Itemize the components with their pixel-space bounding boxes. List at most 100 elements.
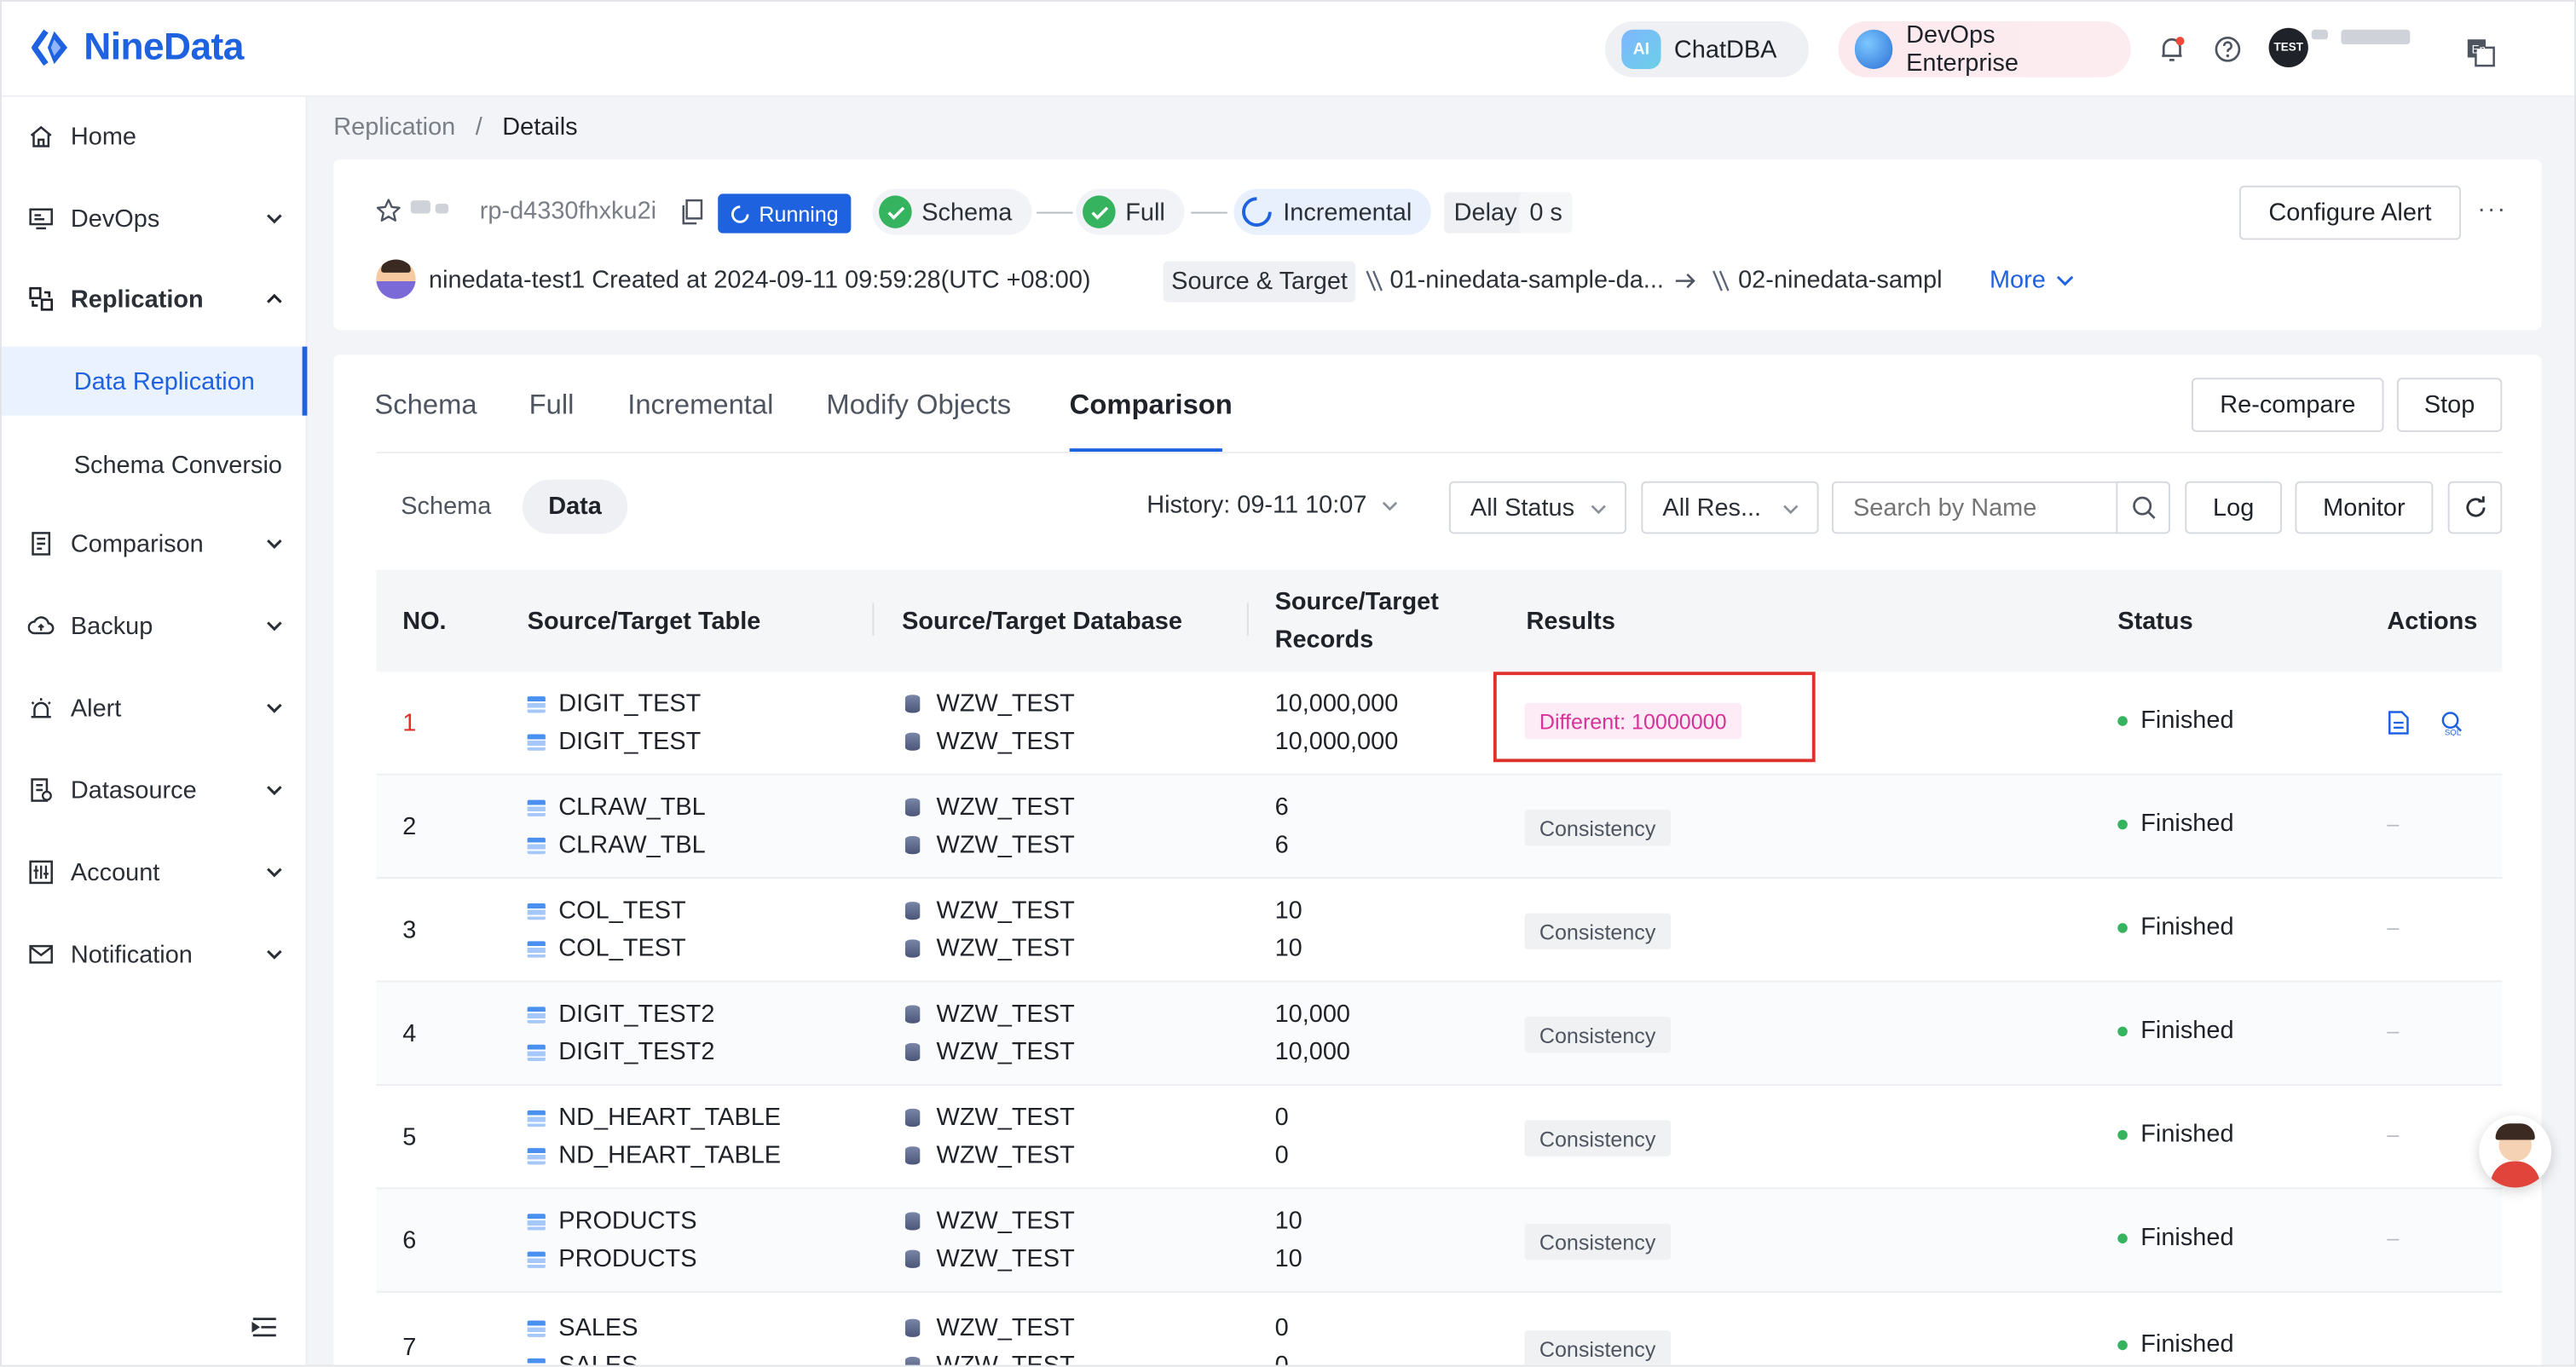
- stage-full[interactable]: Full: [1076, 188, 1185, 235]
- sidebar-item-comparison[interactable]: Comparison: [2, 508, 307, 580]
- sidebar-item-notification[interactable]: Notification: [2, 918, 307, 990]
- table-row: 7 SALES SALES WZW_TEST WZW_TEST 0 0 Cons…: [376, 1293, 2502, 1365]
- chatdba-button[interactable]: AI ChatDBA: [1604, 21, 1809, 78]
- target-records: 10,000,000: [1274, 727, 1399, 756]
- status-label: Finished: [2140, 1120, 2234, 1149]
- more-actions-icon[interactable]: ···: [2477, 195, 2507, 223]
- target-table[interactable]: ND_HEART_TABLE: [527, 1137, 781, 1174]
- source-table[interactable]: PRODUCTS: [527, 1203, 697, 1240]
- target-table[interactable]: CLRAW_TBL: [527, 826, 706, 863]
- database-icon: [904, 1146, 921, 1165]
- backup-icon: [27, 616, 55, 635]
- table-icon: [527, 1007, 546, 1024]
- sidebar-item-datasource[interactable]: Datasource: [2, 754, 307, 827]
- monitor-button[interactable]: Monitor: [2295, 481, 2434, 534]
- result-different-tag[interactable]: Different: 10000000: [1524, 702, 1741, 740]
- status-label: Finished: [2140, 913, 2234, 942]
- result-filter-select[interactable]: All Res...: [1641, 481, 1819, 534]
- database-icon: [904, 1249, 921, 1268]
- tab-full[interactable]: Full: [529, 389, 575, 423]
- configure-alert-button[interactable]: Configure Alert: [2238, 185, 2462, 240]
- tab-schema[interactable]: Schema: [374, 389, 477, 423]
- source-table[interactable]: SALES: [527, 1309, 638, 1347]
- recompare-button[interactable]: Re-compare: [2192, 378, 2384, 432]
- source-table[interactable]: DIGIT_TEST2: [527, 995, 714, 1033]
- source-table[interactable]: ND_HEART_TABLE: [527, 1099, 781, 1136]
- row-number: 3: [402, 916, 417, 945]
- source-table[interactable]: DIGIT_TEST: [527, 685, 701, 723]
- view-details-icon[interactable]: [2387, 710, 2410, 736]
- sidebar-item-data-replication[interactable]: Data Replication: [1, 346, 308, 416]
- stage-incremental[interactable]: Incremental: [1233, 188, 1432, 235]
- delay-value-badge: 0 s: [1519, 192, 1573, 234]
- globe-icon: [1854, 29, 1893, 69]
- target-datasource[interactable]: 02-ninedata-sampl: [1738, 266, 1949, 294]
- column-header: Results: [1526, 607, 1615, 635]
- star-icon[interactable]: [374, 197, 402, 225]
- search-input[interactable]: [1831, 481, 2118, 534]
- record-counts: 10 10: [1275, 892, 1302, 968]
- source-table[interactable]: CLRAW_TBL: [527, 788, 706, 826]
- subtab-schema[interactable]: Schema: [401, 493, 491, 521]
- sidebar-item-alert[interactable]: Alert: [2, 672, 307, 744]
- subtab-data[interactable]: Data: [522, 479, 628, 534]
- breadcrumb-parent[interactable]: Replication: [333, 113, 455, 141]
- target-table[interactable]: COL_TEST: [527, 930, 686, 967]
- tab-comparison[interactable]: Comparison: [1070, 389, 1233, 423]
- database-icon: [904, 1356, 921, 1365]
- target-table[interactable]: DIGIT_TEST2: [527, 1033, 714, 1070]
- table-icon: [527, 799, 546, 816]
- status-dot: [2117, 1025, 2128, 1036]
- breadcrumb-separator: /: [475, 112, 482, 141]
- sidebar-item-label: Replication: [70, 285, 204, 314]
- ai-icon: AI: [1621, 29, 1661, 69]
- stage-label: Schema: [921, 198, 1013, 227]
- sidebar-item-label: DevOps: [70, 204, 160, 233]
- row-number: 4: [402, 1019, 417, 1048]
- history-select[interactable]: History: 09-11 10:07: [1146, 491, 1400, 519]
- log-button[interactable]: Log: [2185, 481, 2283, 534]
- delay-label: Delay: [1453, 199, 1517, 227]
- target-table[interactable]: SALES: [527, 1347, 638, 1365]
- collapse-sidebar-icon[interactable]: [251, 1316, 278, 1339]
- language-icon[interactable]: En: [2466, 37, 2496, 67]
- table-icon: [527, 734, 546, 751]
- source-target-text: Source & Target: [1171, 268, 1348, 296]
- bell-icon[interactable]: [2157, 34, 2187, 64]
- search-button[interactable]: [2116, 481, 2170, 534]
- stage-schema[interactable]: Schema: [872, 188, 1032, 235]
- column-header: Source/Target Table: [527, 607, 761, 635]
- source-records: 0: [1274, 1313, 1289, 1342]
- sidebar-item-home[interactable]: Home: [2, 101, 307, 173]
- sidebar-item-replication[interactable]: Replication: [2, 262, 307, 335]
- sidebar-item-devops[interactable]: DevOps: [2, 182, 307, 255]
- help-icon[interactable]: [2213, 34, 2243, 64]
- sql-icon[interactable]: SQL: [2440, 710, 2466, 736]
- target-table[interactable]: DIGIT_TEST: [527, 723, 701, 760]
- row-number: 1: [402, 709, 417, 738]
- tab-incremental[interactable]: Incremental: [627, 389, 773, 423]
- logo[interactable]: NineData: [32, 25, 244, 69]
- copy-icon[interactable]: [680, 199, 703, 225]
- source-table[interactable]: COL_TEST: [527, 892, 686, 930]
- check-circle-icon: [879, 195, 912, 228]
- sidebar-item-account[interactable]: Account: [2, 836, 307, 908]
- refresh-button[interactable]: [2447, 481, 2503, 534]
- table-names: ND_HEART_TABLE ND_HEART_TABLE: [527, 1099, 781, 1174]
- record-counts: 10,000,000 10,000,000: [1275, 685, 1399, 761]
- target-table[interactable]: PRODUCTS: [527, 1240, 697, 1278]
- result-consistency-tag: Consistency: [1524, 1016, 1671, 1053]
- status-cell: Finished: [2117, 1017, 2234, 1045]
- sidebar-item-schema-conversion[interactable]: Schema Conversio: [2, 429, 307, 501]
- source-datasource[interactable]: 01-ninedata-sample-da...: [1389, 266, 1663, 294]
- sidebar-item-backup[interactable]: Backup: [2, 590, 307, 662]
- edition-button[interactable]: DevOps Enterprise: [1838, 21, 2131, 78]
- status-filter-select[interactable]: All Status: [1448, 481, 1627, 534]
- user-avatar[interactable]: TEST: [2268, 27, 2308, 68]
- more-link[interactable]: More: [1990, 266, 2076, 294]
- table-names: COL_TEST COL_TEST: [527, 892, 686, 968]
- tab-modify-objects[interactable]: Modify Objects: [826, 389, 1011, 423]
- stop-button[interactable]: Stop: [2396, 378, 2503, 432]
- target-database: WZW_TEST: [936, 934, 1075, 963]
- support-assistant-button[interactable]: [2479, 1115, 2552, 1188]
